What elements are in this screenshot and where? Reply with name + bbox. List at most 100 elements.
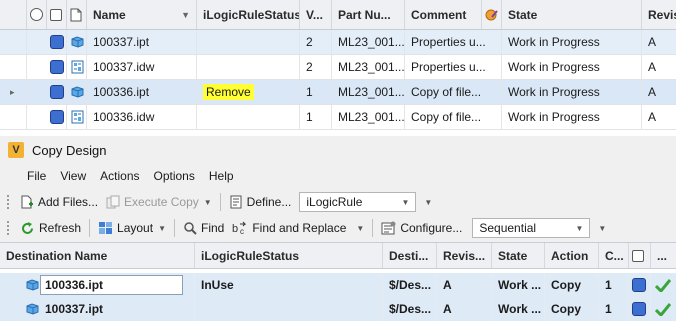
select-all-radio[interactable]	[27, 0, 47, 29]
layout-button[interactable]: Layout ▼	[94, 217, 170, 239]
part-number: ML23_001...	[332, 30, 405, 54]
checkmark-icon	[651, 273, 676, 297]
destination-name[interactable]: 100337.ipt	[40, 299, 183, 319]
vault-logo-icon: V	[8, 142, 24, 158]
column-destination-name[interactable]: Destination Name	[0, 243, 195, 268]
column-ilogic-rule-status[interactable]: iLogicRuleStatus	[195, 243, 383, 268]
row-indicator	[0, 105, 27, 129]
main-toolbar: Add Files... Execute Copy ▼ Define... iL…	[0, 190, 676, 214]
column-c[interactable]: C...	[599, 243, 629, 268]
copy-design-window: V Copy Design File View Actions Options …	[0, 136, 676, 328]
toolbar-grip[interactable]	[7, 221, 11, 235]
status-square-icon[interactable]	[47, 80, 67, 104]
table-row[interactable]: 100337.idw 2 ML23_001... Properties u...…	[0, 55, 676, 80]
rule-status	[197, 105, 300, 129]
action[interactable]: Copy	[545, 273, 599, 297]
define-button[interactable]: Define...	[225, 191, 296, 213]
row-expand-arrow-icon[interactable]: ▸	[0, 80, 27, 104]
part-number: ML23_001...	[332, 55, 405, 79]
destination-path: $/Des...	[383, 297, 437, 321]
file-name[interactable]: 100336.idw	[87, 105, 197, 129]
column-revision[interactable]: Revisi	[642, 0, 676, 29]
destination-grid-header: Destination Name iLogicRuleStatus Desti.…	[0, 243, 676, 269]
status-square-icon[interactable]	[629, 297, 651, 321]
row-indicator	[0, 55, 27, 79]
menu-file[interactable]: File	[20, 169, 53, 183]
revision: A	[648, 85, 657, 99]
idw-drawing-icon	[67, 55, 87, 79]
column-select-checkbox[interactable]	[629, 243, 651, 268]
menu-options[interactable]: Options	[147, 169, 202, 183]
refresh-button[interactable]: Refresh	[16, 217, 85, 239]
destination-name-editor[interactable]: 100336.ipt	[40, 275, 183, 295]
menu-view[interactable]: View	[53, 169, 93, 183]
status-square-icon[interactable]	[629, 273, 651, 297]
state: Work in Progress	[502, 105, 642, 129]
table-row[interactable]: 100337.ipt 2 ML23_001... Properties u...…	[0, 30, 676, 55]
column-destination[interactable]: Desti...	[383, 243, 437, 268]
column-version[interactable]: V...	[300, 0, 332, 29]
file-type-header-icon	[67, 0, 87, 29]
state: Work ...	[492, 297, 545, 321]
column-revision[interactable]: Revis...	[437, 243, 492, 268]
status-square-icon[interactable]	[47, 55, 67, 79]
destination-name-cell[interactable]: 100337.ipt	[0, 297, 195, 321]
lifecycle-state-icon	[485, 9, 498, 20]
rule-status: InUse	[195, 273, 383, 297]
column-state-icon[interactable]	[482, 0, 502, 29]
sequential-mode-combo[interactable]: Sequential ▼	[472, 218, 591, 238]
rule-status: Remove	[197, 80, 300, 104]
part-number: ML23_001...	[332, 80, 405, 104]
toolbar-overflow-icon[interactable]: ▼	[424, 198, 432, 207]
toolbar-overflow-icon[interactable]: ▼	[598, 224, 606, 233]
part-number: ML23_001...	[332, 105, 405, 129]
column-more[interactable]: ...	[651, 243, 676, 268]
column-part-number[interactable]: Part Nu...	[332, 0, 405, 29]
action[interactable]: Copy	[545, 297, 599, 321]
status-square-icon[interactable]	[47, 105, 67, 129]
table-row[interactable]: ▸ 100336.ipt Remove 1 ML23_001... Copy o…	[0, 80, 676, 105]
rule-status	[197, 55, 300, 79]
find-button[interactable]: Find	[179, 217, 228, 239]
row-indicator	[0, 30, 27, 54]
column-action[interactable]: Action	[545, 243, 599, 268]
column-state[interactable]: State	[502, 0, 642, 29]
ipt-part-icon	[26, 303, 39, 315]
add-files-button[interactable]: Add Files...	[16, 191, 102, 213]
menu-help[interactable]: Help	[202, 169, 241, 183]
svg-text:c: c	[240, 227, 244, 235]
state: Work in Progress	[502, 55, 642, 79]
ipt-part-icon	[67, 80, 87, 104]
comment: Copy of file...	[405, 105, 502, 129]
select-all-checkbox[interactable]	[47, 0, 67, 29]
table-row[interactable]: 100336.idw 1 ML23_001... Copy of file...…	[0, 105, 676, 130]
rule-status	[195, 297, 383, 321]
column-ilogic-rule-status[interactable]: iLogicRuleStatus	[197, 0, 300, 29]
find-and-replace-button[interactable]: bc Find and Replace ▼	[228, 217, 368, 239]
state: Work in Progress	[502, 80, 642, 104]
comment: Properties u...	[405, 55, 502, 79]
status-square-icon[interactable]	[47, 30, 67, 54]
destination-name-cell[interactable]: 100336.ipt	[0, 273, 195, 297]
column-name[interactable]: Name ▼	[87, 0, 197, 29]
version: 2	[300, 30, 332, 54]
file-name[interactable]: 100336.ipt	[87, 80, 197, 104]
add-files-icon	[21, 195, 33, 209]
column-comment[interactable]: Comment	[405, 0, 482, 29]
file-name[interactable]: 100337.idw	[87, 55, 197, 79]
layout-icon	[99, 222, 113, 234]
toolbar-grip[interactable]	[7, 195, 11, 209]
configure-button[interactable]: Configure...	[377, 217, 466, 239]
destination-row[interactable]: 100337.ipt $/Des... A Work ... Copy 1	[0, 297, 676, 321]
comment: Copy of file...	[405, 80, 502, 104]
ipt-part-icon	[67, 30, 87, 54]
file-name[interactable]: 100337.ipt	[87, 30, 197, 54]
menu-bar: File View Actions Options Help	[0, 166, 676, 186]
execute-copy-button[interactable]: Execute Copy ▼	[102, 191, 216, 213]
column-state[interactable]: State	[492, 243, 545, 268]
destination-row[interactable]: 100336.ipt InUse $/Des... A Work ... Cop…	[0, 273, 676, 297]
menu-actions[interactable]: Actions	[93, 169, 146, 183]
configure-icon	[381, 221, 396, 235]
ilogic-rule-combo[interactable]: iLogicRule ▼	[299, 192, 417, 212]
c-value: 1	[599, 273, 629, 297]
